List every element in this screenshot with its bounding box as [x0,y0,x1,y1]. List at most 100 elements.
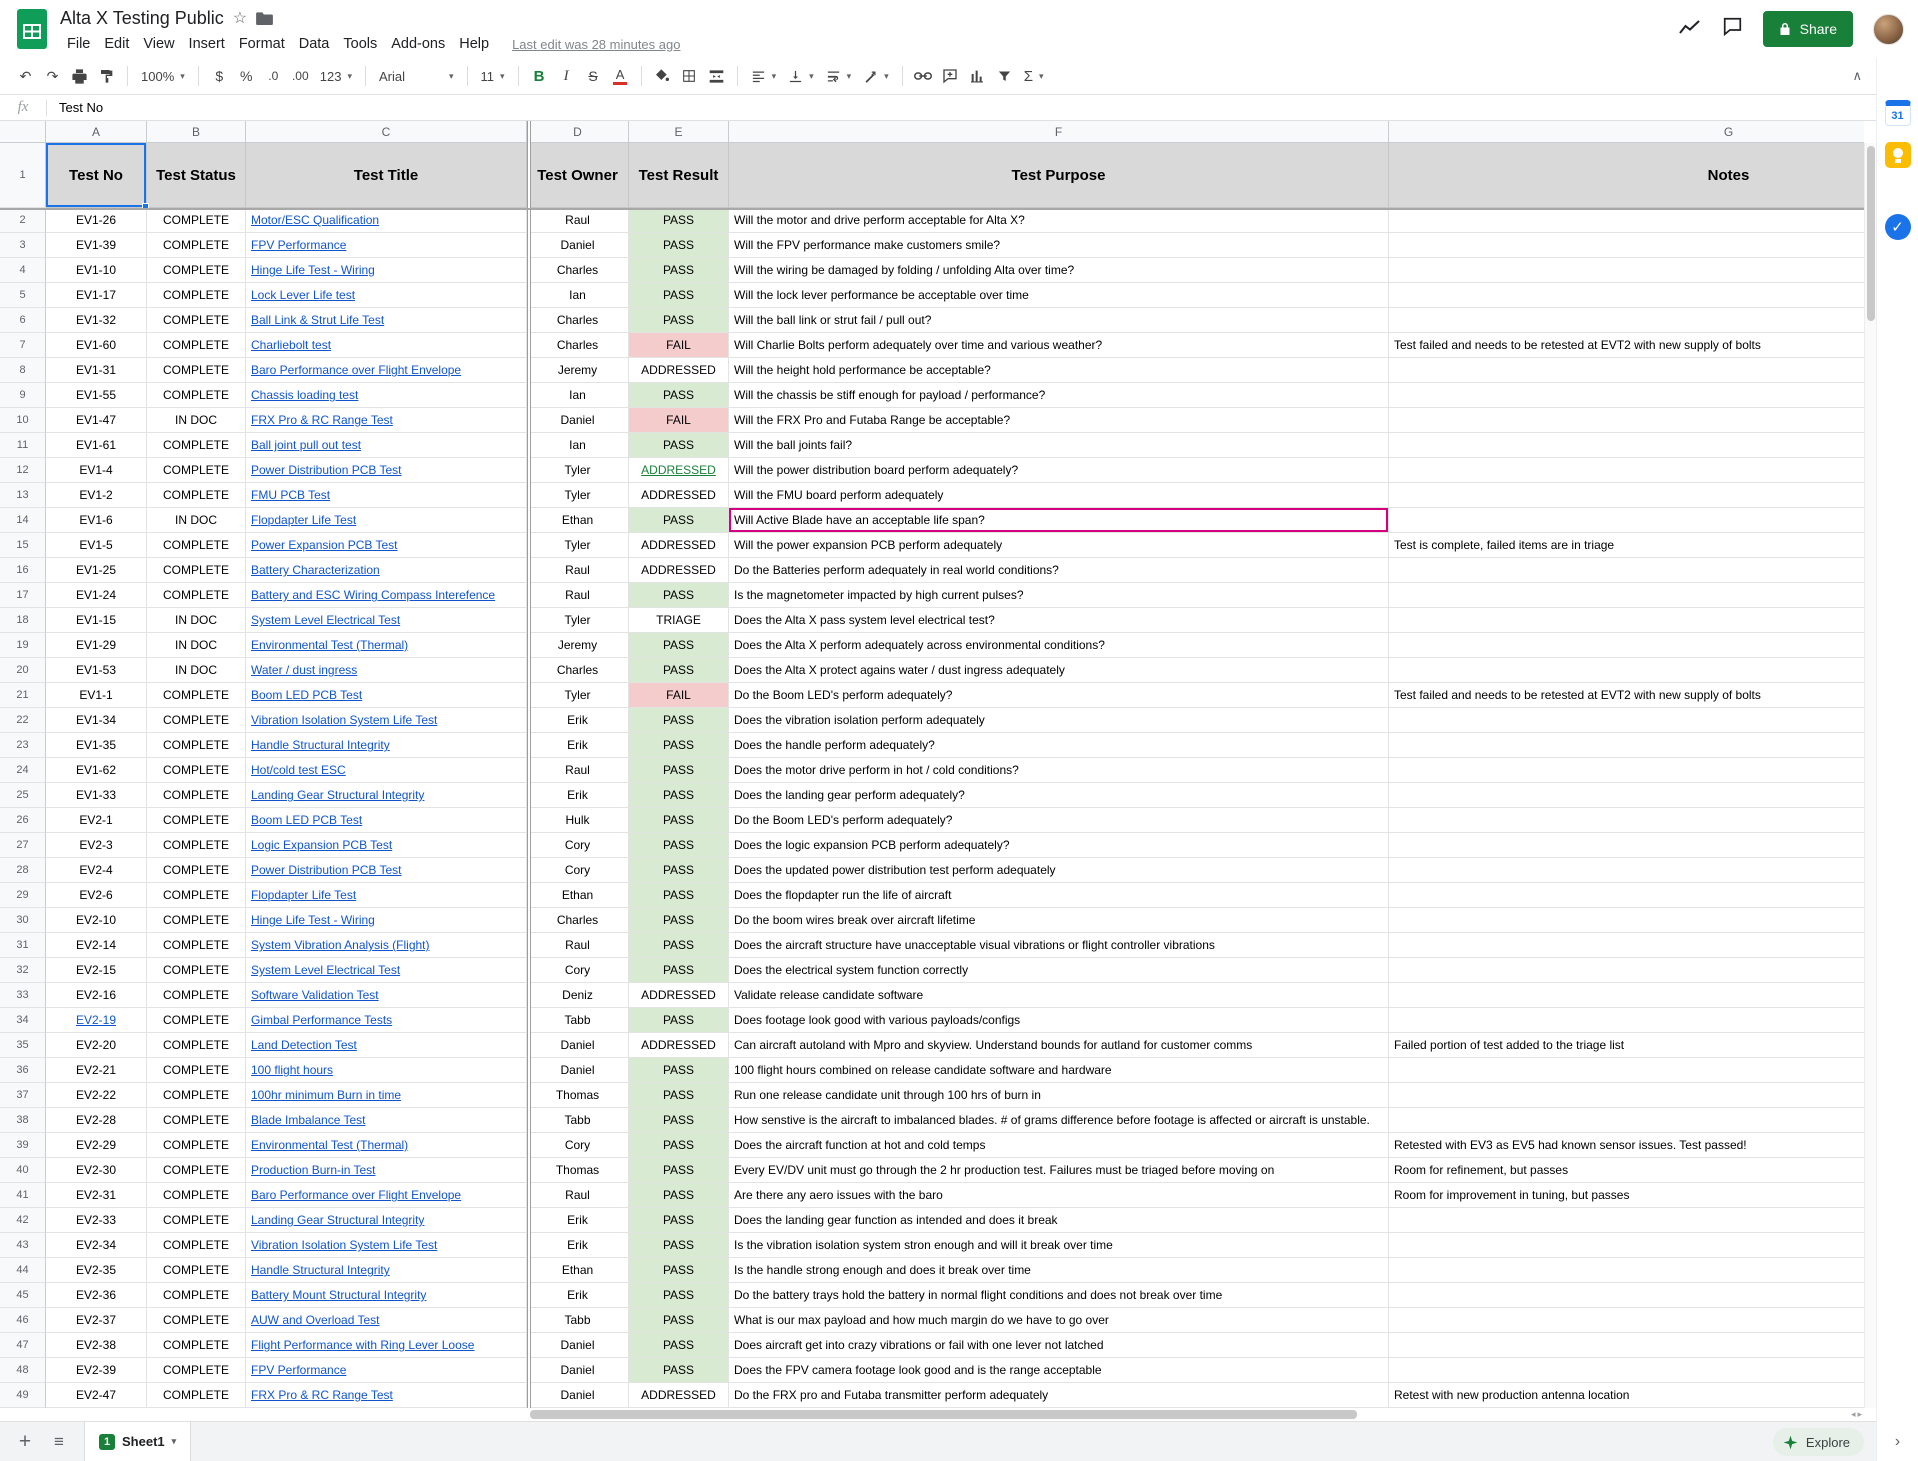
cell[interactable]: Does the motor drive perform in hot / co… [729,758,1389,783]
cell[interactable]: Flopdapter Life Test [246,508,527,533]
cell[interactable]: COMPLETE [147,558,246,583]
cell[interactable]: PASS [629,633,729,658]
header-cell-E[interactable]: Test Result [629,143,729,208]
header-cell-G[interactable]: Notes [1389,143,1864,208]
cell[interactable]: PASS [629,383,729,408]
cell[interactable]: Erik [527,708,629,733]
row-header[interactable]: 19 [0,633,46,658]
cell[interactable]: PASS [629,1133,729,1158]
cell[interactable] [1389,233,1864,258]
cell[interactable]: PASS [629,308,729,333]
cell[interactable]: Production Burn-in Test [246,1158,527,1183]
cell[interactable]: Vibration Isolation System Life Test [246,708,527,733]
cell[interactable]: EV1-29 [46,633,147,658]
cell[interactable]: EV1-62 [46,758,147,783]
italic-button[interactable]: I [553,63,580,90]
column-header-C[interactable]: C [246,121,527,143]
cell[interactable]: EV2-37 [46,1308,147,1333]
cell[interactable]: COMPLETE [147,1083,246,1108]
cell[interactable]: COMPLETE [147,858,246,883]
cell[interactable]: PASS [629,1208,729,1233]
cell[interactable]: Handle Structural Integrity [246,1258,527,1283]
menu-add-ons[interactable]: Add-ons [384,34,452,54]
cell[interactable]: PASS [629,1283,729,1308]
cell[interactable]: EV2-6 [46,883,147,908]
doc-title[interactable]: Alta X Testing Public [60,8,224,29]
cell[interactable]: EV1-60 [46,333,147,358]
cell[interactable]: Vibration Isolation System Life Test [246,1233,527,1258]
row-header[interactable]: 40 [0,1158,46,1183]
cell-link[interactable]: FPV Performance [251,238,346,252]
cell[interactable]: EV2-28 [46,1108,147,1133]
zoom-select[interactable]: 100%▾ [135,63,191,90]
cell[interactable]: Flight Performance with Ring Lever Loose [246,1333,527,1358]
cell[interactable] [1389,1258,1864,1283]
cell[interactable] [1389,1208,1864,1233]
cell[interactable]: Does the logic expansion PCB perform ade… [729,833,1389,858]
cell[interactable]: COMPLETE [147,208,246,233]
row-header[interactable]: 28 [0,858,46,883]
cell[interactable]: ADDRESSED [629,558,729,583]
cell[interactable]: Does the landing gear function as intend… [729,1208,1389,1233]
text-rotation-button[interactable]: ▾ [857,63,895,90]
cell[interactable]: Daniel [527,1058,629,1083]
cell[interactable]: Room for refinement, but passes [1389,1158,1864,1183]
row-header[interactable]: 44 [0,1258,46,1283]
cell-link[interactable]: ADDRESSED [641,463,716,477]
cell[interactable]: PASS [629,733,729,758]
cell[interactable]: COMPLETE [147,708,246,733]
row-header[interactable]: 45 [0,1283,46,1308]
cell[interactable]: Does the handle perform adequately? [729,733,1389,758]
row-header[interactable]: 5 [0,283,46,308]
cell[interactable]: IN DOC [147,408,246,433]
cell[interactable]: Does the electrical system function corr… [729,958,1389,983]
cell[interactable]: Charles [527,333,629,358]
cell[interactable]: Will the ball link or strut fail / pull … [729,308,1389,333]
cell[interactable]: COMPLETE [147,308,246,333]
cell[interactable]: COMPLETE [147,1308,246,1333]
menu-view[interactable]: View [136,34,181,54]
cell[interactable]: Is the handle strong enough and does it … [729,1258,1389,1283]
cell[interactable]: EV1-39 [46,233,147,258]
cell[interactable]: EV1-15 [46,608,147,633]
cell-link[interactable]: Land Detection Test [251,1038,357,1052]
row-header[interactable]: 14 [0,508,46,533]
more-formats-button[interactable]: 123▾ [314,63,358,90]
cell[interactable]: Will the ball joints fail? [729,433,1389,458]
cell[interactable]: COMPLETE [147,1033,246,1058]
cell[interactable] [1389,1058,1864,1083]
cell[interactable]: Ian [527,283,629,308]
cell[interactable]: COMPLETE [147,583,246,608]
filter-button[interactable] [991,63,1018,90]
cell[interactable]: Raul [527,583,629,608]
cell[interactable]: EV2-4 [46,858,147,883]
row-header[interactable]: 26 [0,808,46,833]
row-header[interactable]: 2 [0,208,46,233]
cell[interactable]: EV2-19 [46,1008,147,1033]
cell[interactable] [1389,483,1864,508]
row-header[interactable]: 30 [0,908,46,933]
horizontal-align-button[interactable]: ▾ [745,63,783,90]
cell[interactable] [1389,808,1864,833]
menu-file[interactable]: File [60,34,97,54]
cell-link[interactable]: System Vibration Analysis (Flight) [251,938,430,952]
add-sheet-button[interactable]: + [8,1425,42,1459]
cell-link[interactable]: System Level Electrical Test [251,613,400,627]
cell[interactable]: Charles [527,658,629,683]
cell[interactable]: Does the updated power distribution test… [729,858,1389,883]
row-header[interactable]: 1 [0,143,46,208]
cell[interactable]: EV2-14 [46,933,147,958]
cell[interactable]: PASS [629,883,729,908]
cell[interactable]: COMPLETE [147,1008,246,1033]
cell[interactable]: Tabb [527,1108,629,1133]
cell[interactable]: Water / dust ingress [246,658,527,683]
cell[interactable]: COMPLETE [147,1058,246,1083]
cell[interactable]: PASS [629,708,729,733]
frozen-column-divider[interactable] [527,121,531,1408]
cell[interactable]: COMPLETE [147,783,246,808]
cell[interactable]: PASS [629,1183,729,1208]
cell[interactable]: Power Distribution PCB Test [246,858,527,883]
cell-link[interactable]: Software Validation Test [251,988,379,1002]
cell[interactable]: Tyler [527,608,629,633]
cell[interactable]: Environmental Test (Thermal) [246,633,527,658]
